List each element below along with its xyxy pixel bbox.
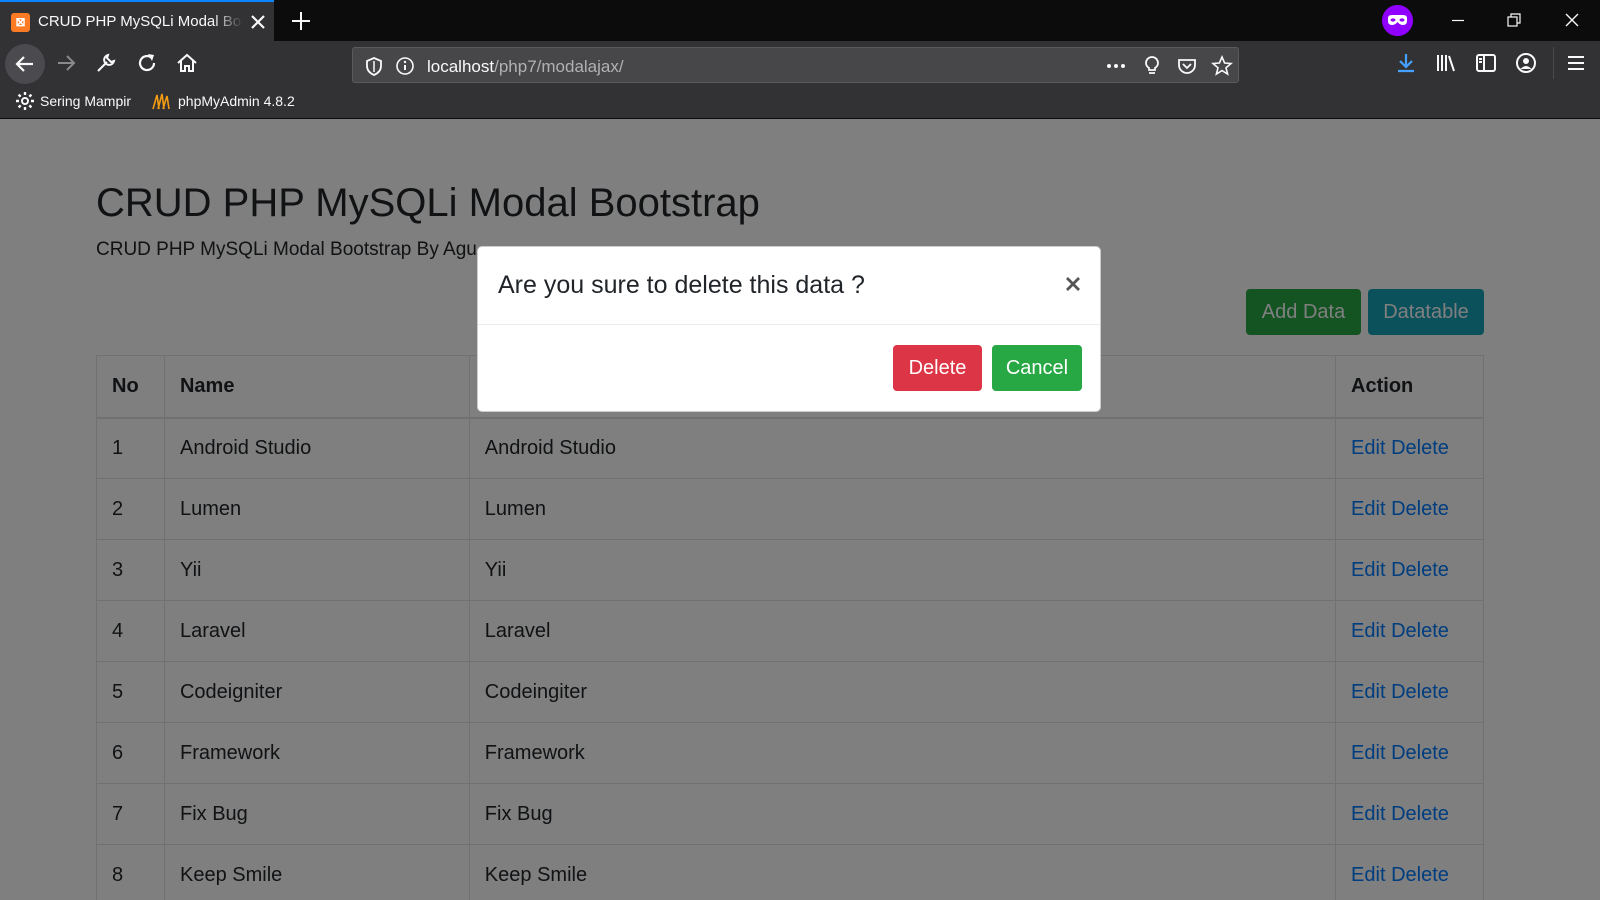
window-close-icon[interactable] bbox=[1544, 0, 1600, 41]
tab-close-icon[interactable] bbox=[249, 13, 267, 31]
forward-icon[interactable] bbox=[54, 51, 78, 75]
minimize-icon[interactable] bbox=[1430, 0, 1486, 41]
tab-bar: ⊠ CRUD PHP MySQLi Modal Bootstrap bbox=[0, 0, 1600, 41]
modal-title: Are you sure to delete this data ? bbox=[498, 271, 865, 299]
bookmark-star-icon[interactable] bbox=[1211, 55, 1233, 77]
download-icon[interactable] bbox=[1394, 51, 1418, 75]
toolbar-separator bbox=[1553, 47, 1554, 79]
new-tab-icon[interactable] bbox=[290, 10, 312, 32]
reload-icon[interactable] bbox=[135, 51, 159, 75]
private-browsing-icon bbox=[1382, 5, 1413, 36]
modal-backdrop[interactable] bbox=[0, 119, 1600, 900]
xampp-favicon-icon: ⊠ bbox=[11, 13, 30, 32]
gear-icon bbox=[16, 92, 34, 110]
tab-title: CRUD PHP MySQLi Modal Bootstrap bbox=[38, 13, 243, 30]
modal-close-icon[interactable] bbox=[1060, 271, 1086, 297]
url-path: /php7/modalajax/ bbox=[494, 57, 624, 76]
hamburger-menu-icon[interactable] bbox=[1564, 51, 1588, 75]
cancel-button[interactable]: Cancel bbox=[992, 345, 1082, 391]
delete-confirm-modal: Are you sure to delete this data ? Delet… bbox=[477, 246, 1101, 412]
account-icon[interactable] bbox=[1514, 51, 1538, 75]
wrench-icon[interactable] bbox=[94, 51, 118, 75]
browser-tab[interactable]: ⊠ CRUD PHP MySQLi Modal Bootstrap bbox=[0, 0, 274, 41]
navigation-toolbar: localhost/php7/modalajax/ bbox=[0, 41, 1600, 85]
modal-header: Are you sure to delete this data ? bbox=[478, 247, 1100, 325]
url-text[interactable]: localhost/php7/modalajax/ bbox=[427, 57, 624, 77]
bookmark-sering-mampir[interactable]: Sering Mampir bbox=[40, 93, 131, 109]
library-icon[interactable] bbox=[1434, 51, 1458, 75]
lightbulb-icon[interactable] bbox=[1141, 55, 1163, 77]
restore-icon[interactable] bbox=[1486, 0, 1542, 41]
pocket-icon[interactable] bbox=[1176, 55, 1198, 77]
back-button[interactable] bbox=[5, 44, 45, 84]
url-host: localhost bbox=[427, 57, 495, 76]
phpmyadmin-icon bbox=[152, 93, 170, 110]
url-bar[interactable]: localhost/php7/modalajax/ bbox=[352, 47, 1239, 83]
arrow-left-icon bbox=[15, 56, 33, 72]
home-icon[interactable] bbox=[175, 51, 199, 75]
more-actions-icon[interactable] bbox=[1105, 55, 1127, 77]
confirm-delete-button[interactable]: Delete bbox=[893, 345, 982, 391]
sidebar-icon[interactable] bbox=[1474, 51, 1498, 75]
info-icon[interactable] bbox=[394, 55, 416, 77]
shield-icon[interactable] bbox=[363, 55, 385, 77]
bookmarks-toolbar: Sering Mampir phpMyAdmin 4.8.2 bbox=[0, 85, 1600, 119]
bookmark-phpmyadmin[interactable]: phpMyAdmin 4.8.2 bbox=[178, 93, 295, 109]
